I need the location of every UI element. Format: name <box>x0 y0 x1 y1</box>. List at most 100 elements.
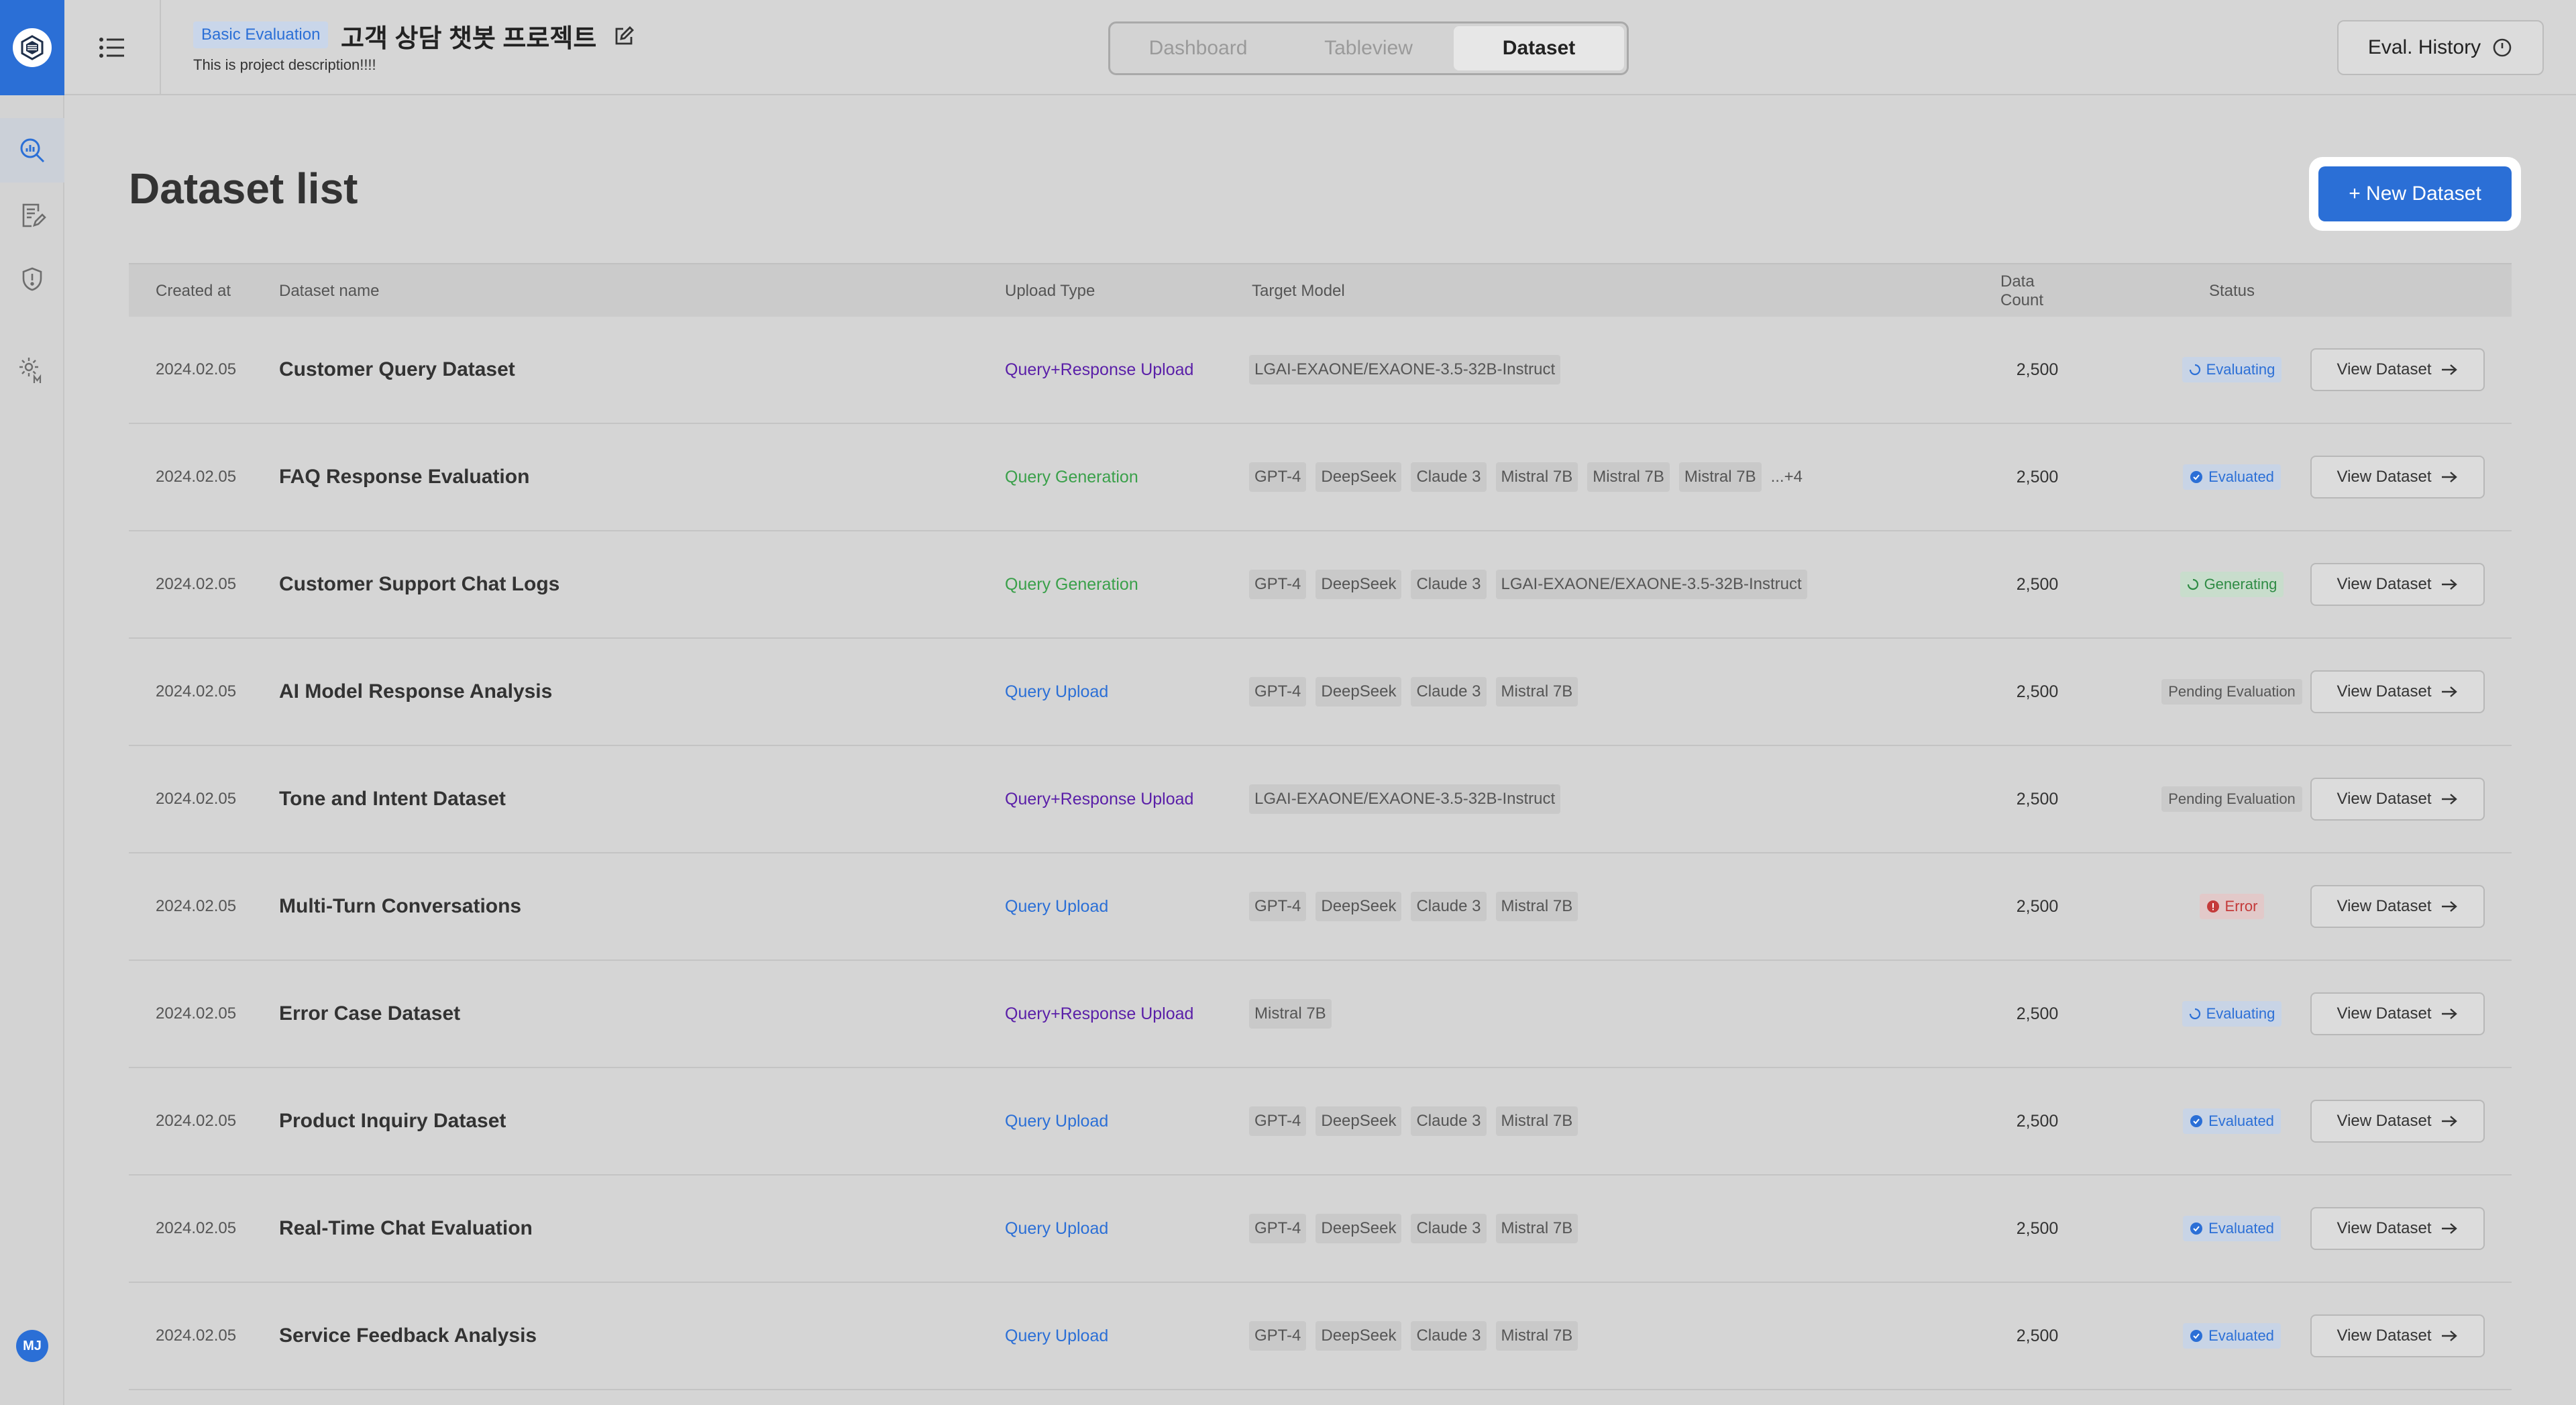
col-created-at[interactable]: Created at <box>156 264 231 318</box>
view-dataset-label: View Dataset <box>2337 1219 2432 1237</box>
view-dataset-button[interactable]: View Dataset <box>2310 348 2485 391</box>
status-badge: Evaluated <box>2183 1323 2281 1349</box>
new-dataset-highlight: + New Dataset <box>2309 157 2521 231</box>
upload-type: Query Upload <box>1005 1326 1109 1345</box>
analytics-search-icon[interactable] <box>0 118 64 183</box>
more-models-label[interactable]: ...+4 <box>1771 468 1803 486</box>
view-dataset-label: View Dataset <box>2337 682 2432 700</box>
view-dataset-button[interactable]: View Dataset <box>2310 885 2485 928</box>
loading-icon <box>2187 578 2198 590</box>
model-chip: Mistral 7B <box>1587 462 1670 492</box>
shield-alert-icon[interactable] <box>0 247 64 311</box>
action-cell: View Dataset <box>2310 853 2485 959</box>
view-dataset-button[interactable]: View Dataset <box>2310 456 2485 499</box>
view-dataset-label: View Dataset <box>2337 468 2432 486</box>
col-data-count[interactable]: Data Count <box>2000 264 2074 318</box>
arrow-right-icon <box>2442 364 2458 375</box>
view-dataset-label: View Dataset <box>2337 575 2432 593</box>
status-badge: Pending Evaluation <box>2161 786 2302 812</box>
model-chip: GPT-4 <box>1249 1321 1307 1351</box>
table-row[interactable]: 2024.02.05 Tone and Intent Dataset Query… <box>129 746 2512 853</box>
edit-icon[interactable] <box>612 25 635 48</box>
table-row[interactable]: 2024.02.05 Error Case Dataset Query+Resp… <box>129 961 2512 1068</box>
tab-tableview[interactable]: Tableview <box>1283 26 1454 70</box>
dataset-name: AI Model Response Analysis <box>279 680 553 702</box>
status-label: Evaluated <box>2208 468 2274 485</box>
avatar[interactable]: MJ <box>16 1330 48 1362</box>
loading-icon <box>2189 1008 2200 1020</box>
table-row[interactable]: 2024.02.05 Product Inquiry Dataset Query… <box>129 1068 2512 1176</box>
dataset-name: Multi-Turn Conversations <box>279 895 522 917</box>
view-dataset-label: View Dataset <box>2337 897 2432 915</box>
status-cell: Pending Evaluation <box>2155 639 2309 745</box>
model-chip: Claude 3 <box>1411 1214 1487 1243</box>
target-models: Mistral 7B <box>1249 961 1332 1067</box>
target-models: GPT-4 DeepSeek Claude 3 Mistral 7B <box>1249 1283 1578 1389</box>
view-dataset-button[interactable]: View Dataset <box>2310 992 2485 1035</box>
check-circle-icon <box>2190 1330 2203 1342</box>
table-body: 2024.02.05 Customer Query Dataset Query+… <box>129 317 2512 1390</box>
action-cell: View Dataset <box>2310 961 2485 1067</box>
view-dataset-button[interactable]: View Dataset <box>2310 670 2485 713</box>
upload-type: Query Generation <box>1005 467 1138 486</box>
tab-dataset[interactable]: Dataset <box>1454 26 1624 70</box>
new-dataset-button[interactable]: + New Dataset <box>2318 166 2512 221</box>
model-chip: DeepSeek <box>1316 1106 1402 1136</box>
col-upload-type[interactable]: Upload Type <box>1005 264 1095 318</box>
check-circle-icon <box>2190 1115 2203 1127</box>
col-target-model[interactable]: Target Model <box>1252 264 1345 318</box>
view-dataset-button[interactable]: View Dataset <box>2310 1314 2485 1357</box>
table-row[interactable]: 2024.02.05 Multi-Turn Conversations Quer… <box>129 853 2512 961</box>
view-dataset-button[interactable]: View Dataset <box>2310 1100 2485 1143</box>
table-row[interactable]: 2024.02.05 Service Feedback Analysis Que… <box>129 1283 2512 1390</box>
upload-type: Query Upload <box>1005 1111 1109 1131</box>
status-badge: Pending Evaluation <box>2161 679 2302 705</box>
created-date: 2024.02.05 <box>156 1326 237 1345</box>
model-chip: Claude 3 <box>1411 1106 1487 1136</box>
created-date: 2024.02.05 <box>156 1004 237 1023</box>
menu-toggle-button[interactable] <box>64 0 161 95</box>
table-row[interactable]: 2024.02.05 FAQ Response Evaluation Query… <box>129 424 2512 531</box>
status-cell: Evaluated <box>2155 1068 2309 1174</box>
upload-type: Query Upload <box>1005 682 1109 701</box>
action-cell: View Dataset <box>2310 531 2485 637</box>
document-edit-icon[interactable] <box>0 183 64 247</box>
col-status[interactable]: Status <box>2155 264 2309 318</box>
eval-history-button[interactable]: Eval. History <box>2337 20 2544 75</box>
list-menu-icon <box>99 38 124 58</box>
status-badge: Error <box>2199 894 2265 919</box>
status-label: Evaluated <box>2208 1220 2274 1237</box>
dataset-name: Product Inquiry Dataset <box>279 1110 506 1132</box>
view-dataset-button[interactable]: View Dataset <box>2310 1207 2485 1250</box>
arrow-right-icon <box>2442 1331 2458 1341</box>
model-chip: GPT-4 <box>1249 462 1307 492</box>
view-dataset-button[interactable]: View Dataset <box>2310 778 2485 821</box>
view-dataset-label: View Dataset <box>2337 1004 2432 1023</box>
created-date: 2024.02.05 <box>156 682 237 700</box>
model-chip: GPT-4 <box>1249 570 1307 599</box>
col-dataset-name[interactable]: Dataset name <box>279 264 379 318</box>
status-cell: Evaluated <box>2155 1176 2309 1282</box>
settings-m-icon[interactable] <box>0 338 64 403</box>
target-models: GPT-4 DeepSeek Claude 3 LGAI-EXAONE/EXAONE-… <box>1249 531 1807 637</box>
dataset-name: Error Case Dataset <box>279 1002 461 1025</box>
table-row[interactable]: 2024.02.05 Customer Support Chat Logs Qu… <box>129 531 2512 639</box>
action-cell: View Dataset <box>2310 1176 2485 1282</box>
table-row[interactable]: 2024.02.05 AI Model Response Analysis Qu… <box>129 639 2512 746</box>
project-title-text: 고객 상담 챗봇 프로젝트 <box>341 25 597 53</box>
error-icon <box>2206 900 2219 913</box>
app-logo[interactable] <box>0 0 64 95</box>
upload-type: Query+Response Upload <box>1005 1004 1194 1023</box>
status-cell: Evaluating <box>2155 961 2309 1067</box>
table-row[interactable]: 2024.02.05 Customer Query Dataset Query+… <box>129 317 2512 424</box>
created-date: 2024.02.05 <box>156 790 237 808</box>
upload-type: Query Generation <box>1005 574 1138 594</box>
target-models: GPT-4 DeepSeek Claude 3 Mistral 7B <box>1249 853 1578 959</box>
view-dataset-button[interactable]: View Dataset <box>2310 563 2485 606</box>
tab-dashboard[interactable]: Dashboard <box>1113 26 1283 70</box>
table-row[interactable]: 2024.02.05 Real-Time Chat Evaluation Que… <box>129 1176 2512 1283</box>
arrow-right-icon <box>2442 686 2458 697</box>
model-chip: Claude 3 <box>1411 1321 1487 1351</box>
data-count: 2,500 <box>2016 360 2059 379</box>
model-chip: Mistral 7B <box>1495 677 1578 707</box>
